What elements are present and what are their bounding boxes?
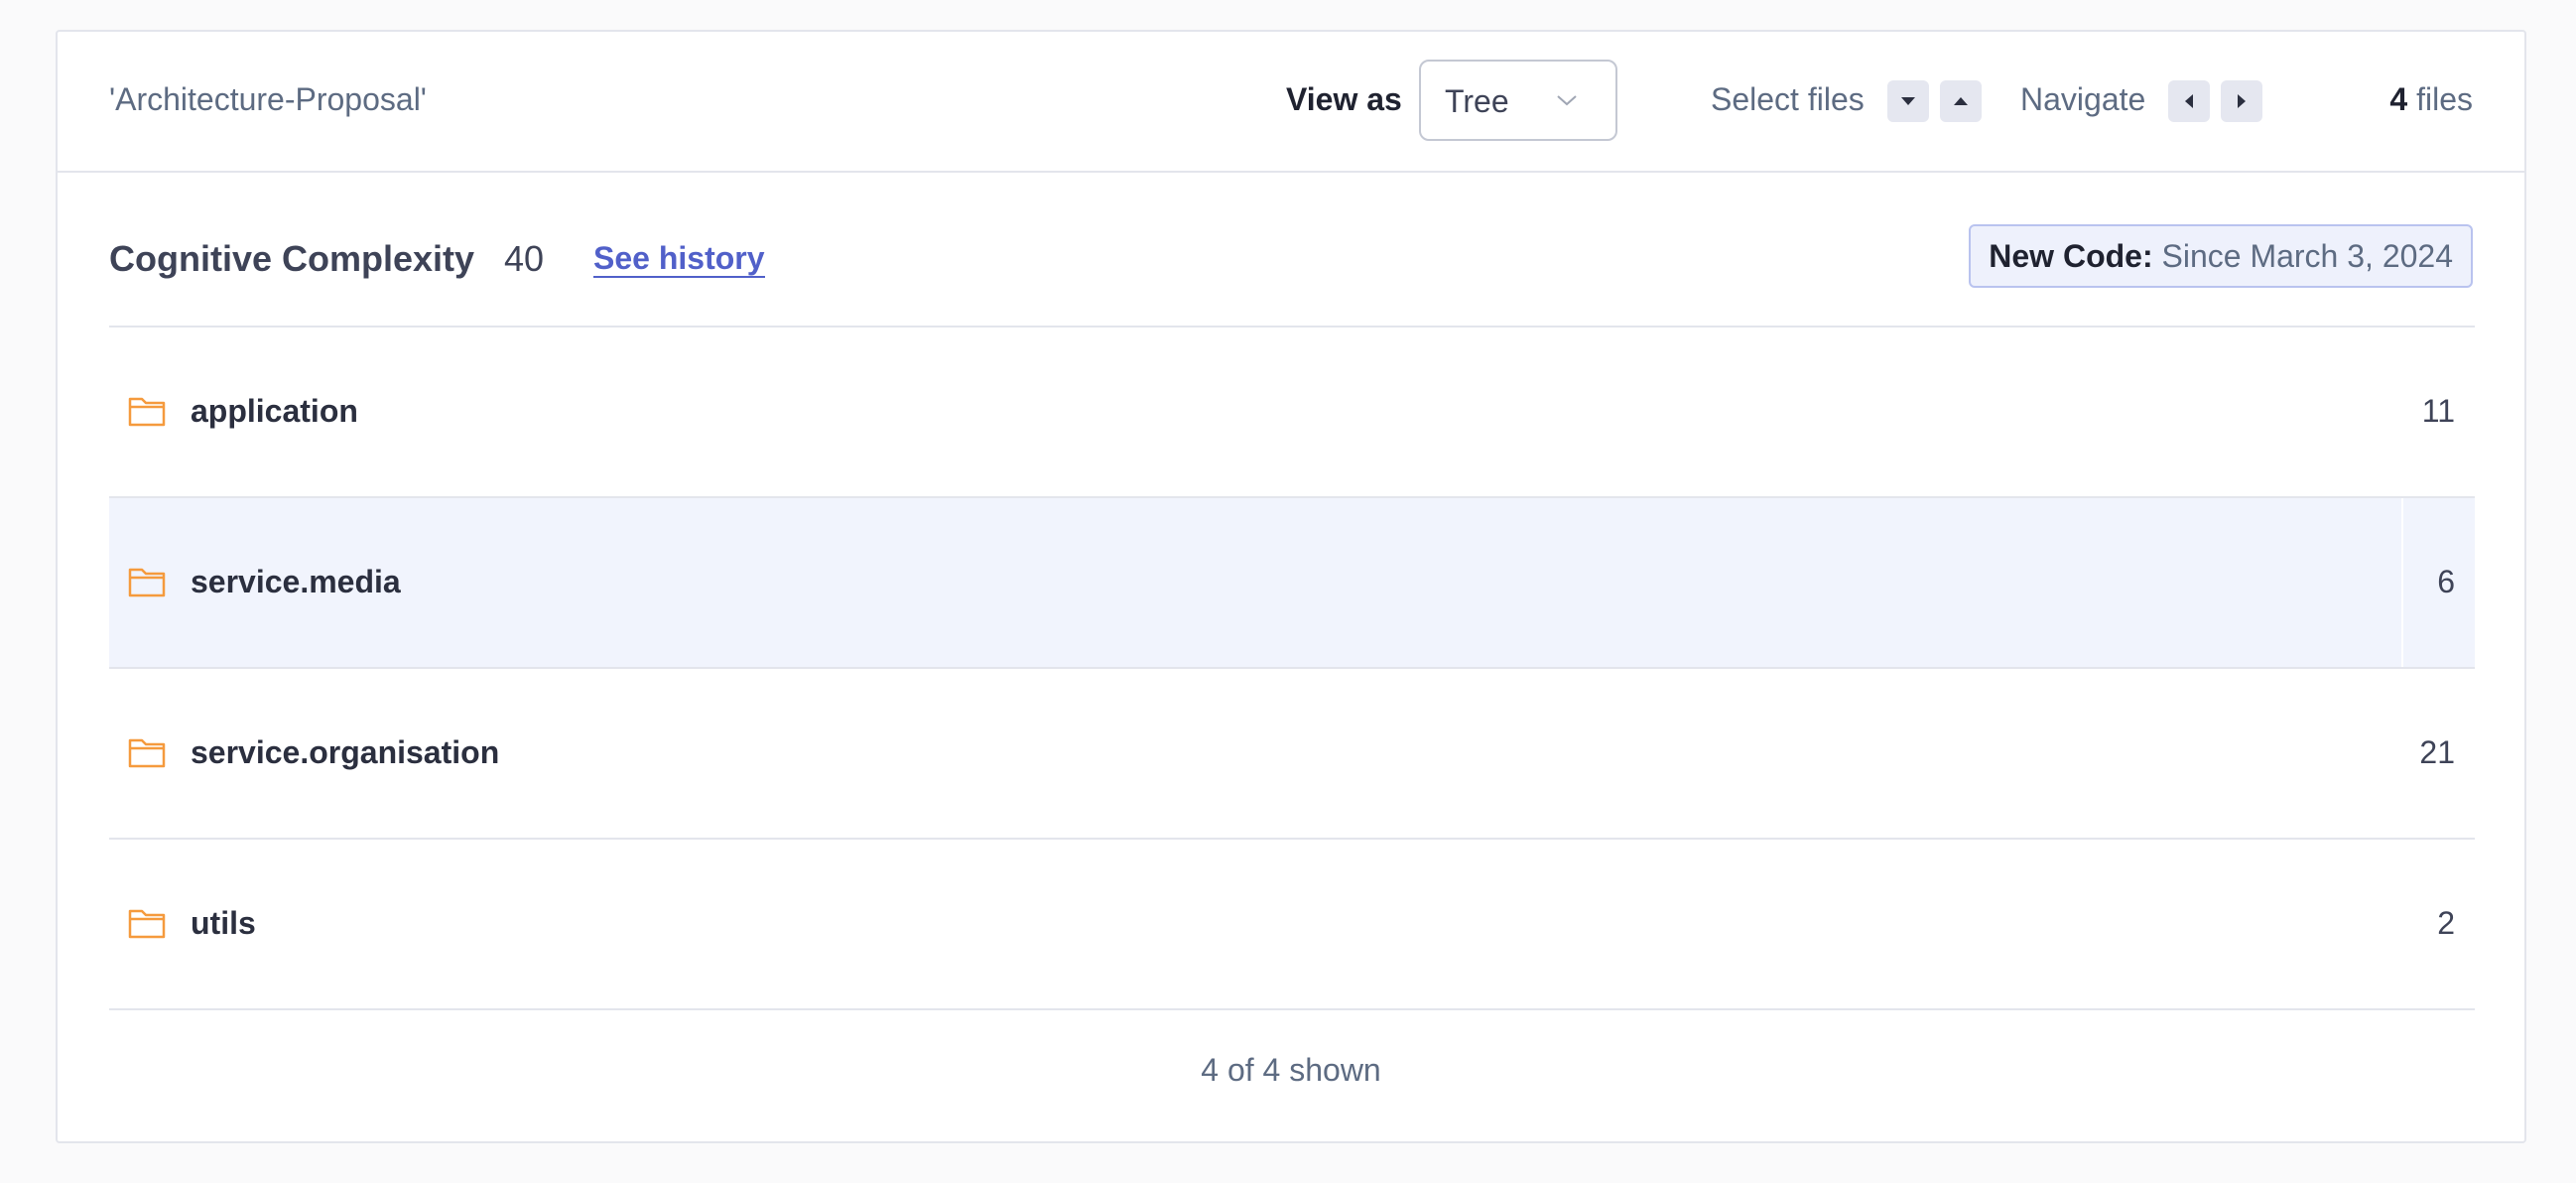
caret-right-icon [2238, 94, 2246, 108]
files-count-number: 4 [2389, 81, 2408, 117]
caret-left-icon [2185, 94, 2193, 108]
view-as-label: View as [1286, 81, 1402, 117]
component-measures-panel: 'Architecture-Proposal' View as Tree Sel… [56, 30, 2526, 1143]
item-value: 2 [2437, 905, 2455, 941]
view-as-selected-value: Tree [1445, 83, 1509, 119]
navigate-label: Navigate [2020, 81, 2146, 117]
select-up-key[interactable] [1940, 80, 1982, 122]
folder-icon [128, 738, 166, 768]
shown-count: 4 of 4 shown [1201, 1052, 1381, 1088]
metric-title: Cognitive Complexity [109, 238, 475, 279]
item-value: 11 [2421, 393, 2455, 429]
item-name[interactable]: service.media [191, 564, 401, 600]
files-count: 4 files [2389, 81, 2473, 118]
metric-value: 40 [504, 238, 545, 279]
caret-down-icon [1901, 97, 1915, 105]
item-name[interactable]: service.organisation [191, 734, 499, 771]
item-value: 6 [2437, 564, 2455, 599]
chevron-down-icon [1557, 95, 1577, 106]
new-code-label: New Code: [1989, 238, 2153, 274]
caret-up-icon [1954, 97, 1968, 105]
see-history-link[interactable]: See history [593, 240, 765, 278]
list-item[interactable]: utils 2 [109, 838, 2475, 1008]
select-down-key[interactable] [1887, 80, 1929, 122]
folder-icon [128, 568, 166, 597]
new-code-since: Since March 3, 2024 [2161, 238, 2454, 274]
folder-icon [128, 909, 166, 939]
view-as-select[interactable]: Tree [1419, 60, 1617, 141]
item-name[interactable]: utils [191, 905, 256, 942]
list-item-selected[interactable]: service.media 6 [109, 496, 2475, 667]
navigate-right-key[interactable] [2221, 80, 2262, 122]
list-item[interactable]: application 11 [109, 326, 2475, 496]
item-name[interactable]: application [191, 393, 358, 430]
list-divider [109, 1008, 2475, 1010]
breadcrumb[interactable]: 'Architecture-Proposal' [109, 81, 427, 118]
new-code-badge: New Code: Since March 3, 2024 [1969, 224, 2473, 288]
navigate-left-key[interactable] [2168, 80, 2210, 122]
select-files-label: Select files [1711, 81, 1865, 117]
folder-icon [128, 397, 166, 427]
panel-toolbar: 'Architecture-Proposal' View as Tree Sel… [58, 32, 2524, 173]
list-item[interactable]: service.organisation 21 [109, 667, 2475, 838]
files-count-suffix: files [2416, 81, 2473, 117]
component-list: application 11 service.media 6 service.o… [109, 326, 2475, 1010]
item-value: 21 [2419, 734, 2455, 770]
